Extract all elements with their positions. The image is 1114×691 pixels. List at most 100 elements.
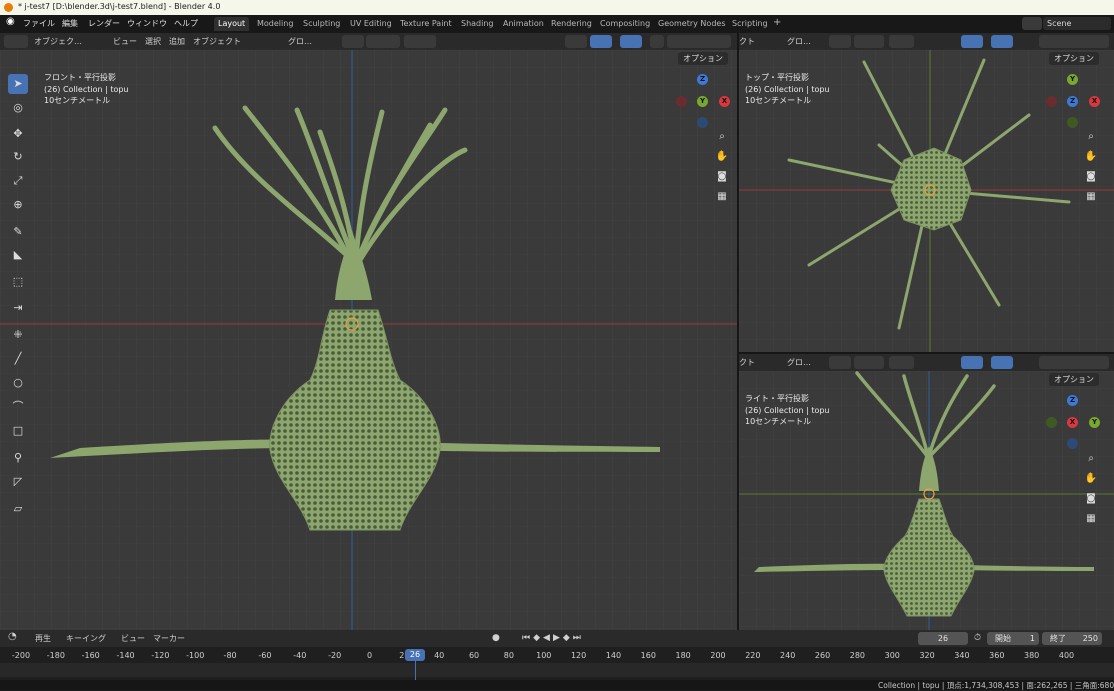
tab-modeling[interactable]: Modeling <box>253 17 297 31</box>
menu-file[interactable]: ファイル <box>23 18 55 29</box>
menu-select[interactable]: 選択 <box>145 36 161 47</box>
right-shading-buttons[interactable] <box>1039 356 1109 369</box>
menu-help[interactable]: ヘルプ <box>174 18 198 29</box>
right-pivot-icon[interactable] <box>829 356 851 369</box>
xray-toggle-icon[interactable] <box>650 35 664 48</box>
visibility-icon[interactable] <box>565 35 587 48</box>
right-gizmo-neg-z[interactable] <box>1067 438 1078 449</box>
gizmo-neg-x-axis[interactable] <box>676 96 687 107</box>
record-button[interactable]: ● <box>492 633 500 643</box>
tab-shading[interactable]: Shading <box>457 17 498 31</box>
right-options-button[interactable]: オプション <box>1049 373 1099 386</box>
top-pan-hand-icon[interactable]: ✋ <box>1084 150 1098 164</box>
menu-object[interactable]: オブジェクト <box>193 36 241 47</box>
rectangle-tool-icon[interactable]: □ <box>8 421 28 441</box>
right-camera-icon[interactable]: ◙ <box>1084 492 1098 506</box>
top-gizmo-toggle-icon[interactable] <box>961 35 983 48</box>
timeline-keying-menu[interactable]: キーイング <box>66 633 106 644</box>
editor-type-icon[interactable] <box>4 35 28 48</box>
top-viewport[interactable]: トップ・平行投影 (26) Collection | topu 10センチメート… <box>739 50 1114 352</box>
timeline-marker-menu[interactable]: マーカー <box>153 633 185 644</box>
start-frame-field[interactable]: 開始 1 <box>987 632 1039 645</box>
timeline-view-menu[interactable]: ビュー <box>121 633 145 644</box>
mode-selector[interactable]: オブジェク… <box>34 36 82 47</box>
top-camera-icon[interactable]: ◙ <box>1084 170 1098 184</box>
select-box-tool-icon[interactable]: ➤ <box>8 74 28 94</box>
top-gizmo-neg-x[interactable] <box>1046 96 1057 107</box>
add-workspace-button[interactable]: + <box>769 16 785 30</box>
right-proportional-icon[interactable] <box>889 356 914 369</box>
tab-geometry-nodes[interactable]: Geometry Nodes <box>654 17 729 31</box>
scale-tool-icon[interactable]: ⤢ <box>8 171 28 191</box>
knife-tool-icon[interactable]: ╱ <box>8 349 28 369</box>
menu-view[interactable]: ビュー <box>113 36 137 47</box>
playback-controls[interactable]: ⏮◆◀▶◆⏭ <box>522 633 584 643</box>
transform-tool-icon[interactable]: ⊕ <box>8 195 28 215</box>
curve-tool-icon[interactable]: ⌒ <box>8 397 28 417</box>
top-overlay-toggle-icon[interactable] <box>991 35 1013 48</box>
top-gizmo-x[interactable]: X <box>1089 96 1100 107</box>
gizmo-toggle-icon[interactable] <box>590 35 612 48</box>
tab-rendering[interactable]: Rendering <box>547 17 596 31</box>
gizmo-neg-z-axis[interactable] <box>697 117 708 128</box>
right-gizmo-y[interactable]: Y <box>1089 417 1100 428</box>
circle-tool-icon[interactable]: ○ <box>8 373 28 393</box>
right-gizmo-z[interactable]: Z <box>1067 395 1078 406</box>
measure-tool-icon[interactable]: ◣ <box>8 245 28 265</box>
timeline-playback-menu[interactable]: 再生 <box>35 633 51 644</box>
top-zoom-icon[interactable]: ⌕ <box>1084 130 1098 144</box>
right-zoom-icon[interactable]: ⌕ <box>1084 452 1098 466</box>
right-gizmo-toggle-icon[interactable] <box>961 356 983 369</box>
right-overlay-toggle-icon[interactable] <box>991 356 1013 369</box>
top-grid-icon[interactable]: ▦ <box>1084 190 1098 204</box>
tab-animation[interactable]: Animation <box>499 17 548 31</box>
rotate-tool-icon[interactable]: ↻ <box>8 147 28 167</box>
blender-menu-icon[interactable]: ◉ <box>6 16 15 27</box>
top-shading-buttons[interactable] <box>1039 35 1109 48</box>
menu-window[interactable]: ウィンドウ <box>127 18 167 29</box>
top-orientation[interactable]: グロ… <box>787 36 811 47</box>
scene-field[interactable]: Scene <box>1043 17 1111 30</box>
top-pivot-icon[interactable] <box>829 35 851 48</box>
scene-selector-icon[interactable] <box>1022 17 1042 30</box>
top-proportional-icon[interactable] <box>889 35 914 48</box>
move-tool-icon[interactable]: ✥ <box>8 124 28 144</box>
top-options-button[interactable]: オプション <box>1049 52 1099 65</box>
front-viewport[interactable]: フロント・平行投影 (26) Collection | topu 10センチメー… <box>0 50 737 630</box>
cursor-tool-icon[interactable]: ◎ <box>8 98 28 118</box>
options-button[interactable]: オプション <box>678 52 728 65</box>
tab-sculpting[interactable]: Sculpting <box>299 17 344 31</box>
tab-layout[interactable]: Layout <box>214 17 250 31</box>
shape-tool-icon[interactable]: ◸ <box>8 472 28 492</box>
right-gizmo-neg-y[interactable] <box>1046 417 1057 428</box>
timeline-editor-icon[interactable]: ◔ <box>8 631 17 642</box>
right-orientation[interactable]: グロ… <box>787 357 811 368</box>
proportional-edit-icon[interactable] <box>404 35 436 48</box>
right-pan-hand-icon[interactable]: ✋ <box>1084 472 1098 486</box>
menu-add[interactable]: 追加 <box>169 36 185 47</box>
timeline-area[interactable]: -200-180-160-140-120-100-80-60-40-200204… <box>0 647 1114 680</box>
tab-uv-editing[interactable]: UV Editing <box>346 17 396 31</box>
pan-hand-icon[interactable]: ✋ <box>715 150 729 164</box>
shear-tool-icon[interactable]: ⚲ <box>8 448 28 468</box>
gizmo-z-axis[interactable]: Z <box>697 74 708 85</box>
pivot-point-icon[interactable] <box>342 35 364 48</box>
tab-texture-paint[interactable]: Texture Paint <box>396 17 456 31</box>
top-gizmo-neg-y[interactable] <box>1067 117 1078 128</box>
spin-tool-icon[interactable]: ⁜ <box>8 325 28 345</box>
extrude-tool-icon[interactable]: ⇥ <box>8 298 28 318</box>
snapping-icon[interactable] <box>366 35 400 48</box>
top-snapping-icon[interactable] <box>854 35 884 48</box>
transform-orientation[interactable]: グロ… <box>288 36 312 47</box>
current-frame-field[interactable]: 26 <box>918 632 968 645</box>
shading-mode-buttons[interactable] <box>667 35 731 48</box>
plane-tool-icon[interactable]: ▱ <box>8 499 28 519</box>
right-snapping-icon[interactable] <box>854 356 884 369</box>
gizmo-x-axis[interactable]: X <box>719 96 730 107</box>
perspective-grid-icon[interactable]: ▦ <box>715 190 729 204</box>
end-frame-field[interactable]: 終了 250 <box>1042 632 1102 645</box>
menu-edit[interactable]: 編集 <box>62 18 78 29</box>
right-gizmo-x[interactable]: X <box>1067 417 1078 428</box>
right-grid-icon[interactable]: ▦ <box>1084 512 1098 526</box>
select-mode-buttons[interactable] <box>6 55 68 67</box>
